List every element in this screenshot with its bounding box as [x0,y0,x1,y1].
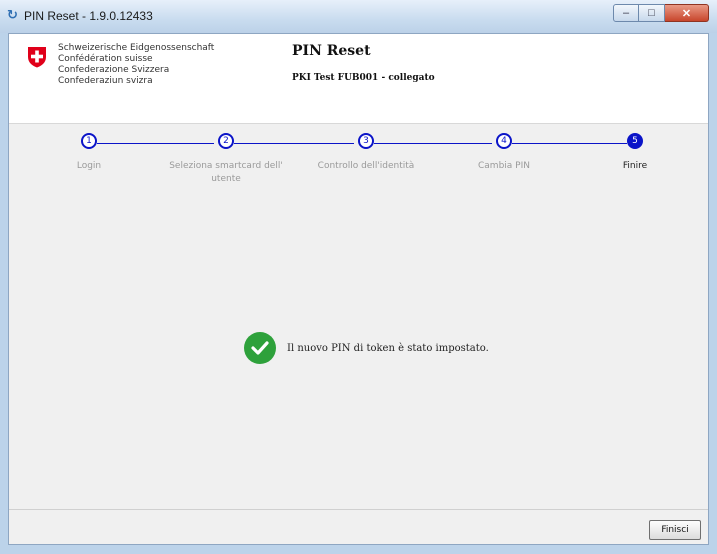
step-connector [374,143,492,144]
federation-line: Schweizerische Eidgenossenschaft [58,43,215,53]
step-connector [512,143,627,144]
app-title: PIN Reset [292,43,371,59]
client-area: Schweizerische Eidgenossenschaft Confédé… [8,33,709,545]
refresh-app-icon: ↻ [7,8,18,23]
window-bottom-border [0,545,717,554]
step-3-label: Controllo dell'identità [317,161,415,171]
window-controls: – □ ✕ [613,4,709,24]
step-4-indicator: 4 [496,133,512,149]
minimize-button[interactable]: – [613,4,639,22]
step-3-indicator: 3 [358,133,374,149]
step-connector [234,143,354,144]
status-message: Il nuovo PIN di token è stato impostato. [287,342,489,354]
footer-divider [9,509,708,510]
step-2-indicator: 2 [218,133,234,149]
swiss-coat-of-arms-icon [28,47,46,68]
wizard-stepper: 1 2 3 4 5 Login Seleziona smartcard dell… [9,133,708,193]
connection-status: PKI Test FUB001 - collegato [292,73,435,83]
federation-name: Schweizerische Eidgenossenschaft Confédé… [58,43,214,87]
close-button[interactable]: ✕ [665,4,709,22]
step-1-label: Login [76,161,102,171]
step-2-label: Seleziona smartcard dell' utente [169,161,283,184]
maximize-button[interactable]: □ [639,4,665,22]
step-connector [97,143,214,144]
title-bar[interactable]: ↻ PIN Reset - 1.9.0.12433 – □ ✕ [0,0,717,33]
status-message-row: Il nuovo PIN di token è stato impostato. [244,330,489,366]
app-window: ↻ PIN Reset - 1.9.0.12433 – □ ✕ Schweize… [0,0,717,554]
step-5-label: Finire [622,161,648,171]
check-circle-icon [244,332,276,364]
federation-line: Confederaziun svizra [58,76,153,86]
federation-line: Confédération suisse [58,54,153,64]
finish-button[interactable]: Finisci [649,520,701,540]
step-1-indicator: 1 [81,133,97,149]
window-title: PIN Reset - 1.9.0.12433 [24,9,153,23]
step-5-indicator: 5 [627,133,643,149]
federation-line: Confederazione Svizzera [58,65,170,75]
step-4-label: Cambia PIN [478,161,530,171]
header: Schweizerische Eidgenossenschaft Confédé… [9,34,708,124]
